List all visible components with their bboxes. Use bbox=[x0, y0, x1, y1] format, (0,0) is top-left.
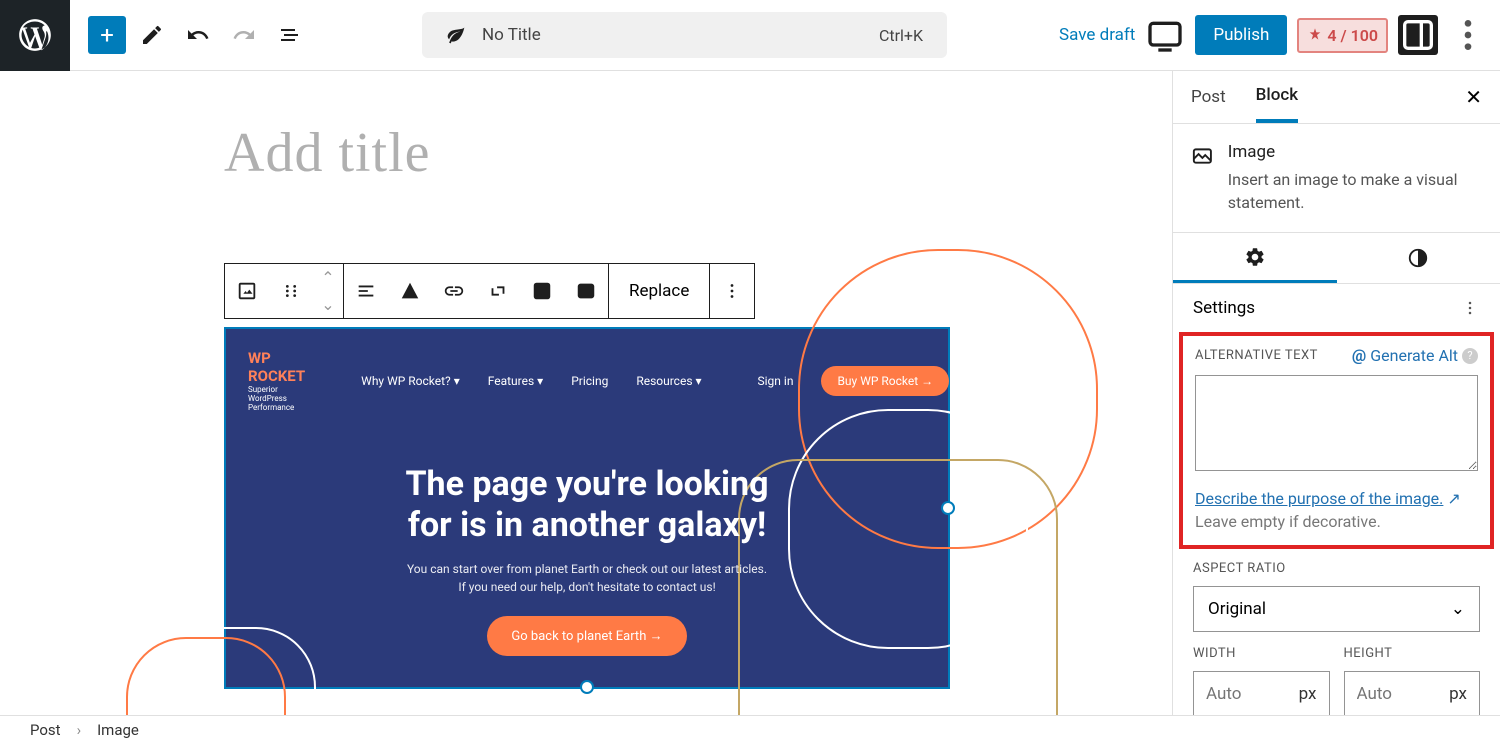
chevron-down-icon: ⌄ bbox=[1451, 599, 1465, 619]
editor-canvas[interactable]: Add title ⌃⌄ Replace bbox=[0, 71, 1172, 715]
block-more-icon[interactable] bbox=[710, 264, 754, 318]
settings-tab-icon[interactable] bbox=[1173, 233, 1337, 283]
image-icon bbox=[1191, 142, 1214, 170]
view-button[interactable] bbox=[1145, 15, 1185, 55]
width-unit: px bbox=[1299, 684, 1317, 704]
replace-button[interactable]: Replace bbox=[609, 264, 710, 318]
undo-button[interactable] bbox=[178, 15, 218, 55]
preview-hero: The page you're lookingfor is in another… bbox=[226, 412, 948, 656]
help-icon: ? bbox=[1462, 348, 1478, 364]
nav-link: Features ▾ bbox=[488, 374, 543, 388]
close-sidebar-button[interactable]: ✕ bbox=[1465, 85, 1482, 109]
move-arrows[interactable]: ⌃⌄ bbox=[313, 268, 343, 314]
aspect-ratio-select[interactable]: Original ⌄ bbox=[1193, 586, 1480, 632]
alt-label: ALTERNATIVE TEXT bbox=[1195, 348, 1318, 363]
styles-tab-icon[interactable] bbox=[1337, 233, 1500, 283]
height-input[interactable] bbox=[1357, 684, 1450, 704]
align-icon[interactable] bbox=[344, 264, 388, 318]
width-input[interactable] bbox=[1206, 684, 1299, 704]
block-type-icon[interactable] bbox=[225, 264, 269, 318]
aspect-label: ASPECT RATIO bbox=[1193, 561, 1480, 576]
breadcrumb-image[interactable]: Image bbox=[97, 721, 139, 739]
link-icon[interactable] bbox=[432, 264, 476, 318]
shortcut-label: Ctrl+K bbox=[879, 26, 923, 45]
caption-icon[interactable] bbox=[564, 264, 608, 318]
block-toolbar: ⌃⌄ Replace bbox=[224, 263, 755, 319]
settings-sidebar-toggle[interactable] bbox=[1398, 15, 1438, 55]
chevron-right-icon: › bbox=[77, 721, 82, 739]
duotone-icon[interactable] bbox=[388, 264, 432, 318]
tab-post[interactable]: Post bbox=[1191, 73, 1226, 121]
leaf-icon bbox=[446, 25, 466, 45]
block-desc: Insert an image to make a visual stateme… bbox=[1228, 168, 1480, 214]
more-options-button[interactable] bbox=[1448, 15, 1488, 55]
height-unit: px bbox=[1449, 684, 1467, 704]
alt-text-input[interactable] bbox=[1195, 375, 1478, 471]
resize-handle-bottom[interactable] bbox=[580, 680, 594, 694]
top-toolbar: + No Title Ctrl+K Save draft Publish 4 /… bbox=[0, 0, 1500, 71]
text-overlay-icon[interactable] bbox=[520, 264, 564, 318]
doc-title: No Title bbox=[482, 25, 863, 45]
redo-button[interactable] bbox=[224, 15, 264, 55]
crop-icon[interactable] bbox=[476, 264, 520, 318]
tools-icon[interactable] bbox=[132, 15, 172, 55]
describe-image-link[interactable]: Describe the purpose of the image. bbox=[1195, 489, 1443, 508]
preview-nav: WP ROCKET Superior WordPress Performance… bbox=[226, 329, 948, 412]
rocket-logo: WP ROCKET Superior WordPress Performance bbox=[248, 349, 305, 412]
nav-link: Why WP Rocket? ▾ bbox=[361, 374, 460, 388]
breadcrumb: Post › Image bbox=[0, 715, 1500, 743]
nav-link: Pricing bbox=[571, 374, 608, 388]
wordpress-logo[interactable] bbox=[0, 0, 70, 71]
back-button: Go back to planet Earth → bbox=[487, 616, 686, 656]
save-draft-button[interactable]: Save draft bbox=[1059, 25, 1135, 45]
image-block[interactable]: WP ROCKET Superior WordPress Performance… bbox=[224, 327, 950, 689]
width-label: WIDTH bbox=[1193, 646, 1330, 661]
seo-score-badge[interactable]: 4 / 100 bbox=[1297, 18, 1388, 53]
title-placeholder[interactable]: Add title bbox=[224, 121, 1172, 185]
settings-heading: Settings bbox=[1193, 298, 1255, 318]
nav-link: Resources ▾ bbox=[636, 374, 701, 388]
score-text: 4 / 100 bbox=[1327, 26, 1378, 45]
settings-sidebar: Post Block ✕ Image Insert an image to ma… bbox=[1172, 71, 1500, 715]
tab-block[interactable]: Block bbox=[1256, 71, 1298, 123]
settings-more-icon[interactable] bbox=[1460, 298, 1480, 318]
breadcrumb-post[interactable]: Post bbox=[30, 721, 61, 739]
drag-handle-icon[interactable] bbox=[269, 264, 313, 318]
document-outline-button[interactable] bbox=[270, 15, 310, 55]
sign-in: Sign in bbox=[758, 374, 794, 388]
publish-button[interactable]: Publish bbox=[1195, 15, 1287, 55]
alt-text-section: ALTERNATIVE TEXT @ Generate Alt ? Descri… bbox=[1179, 332, 1494, 549]
height-label: HEIGHT bbox=[1344, 646, 1481, 661]
add-block-button[interactable]: + bbox=[88, 16, 126, 54]
generate-alt-button[interactable]: @ Generate Alt ? bbox=[1352, 346, 1478, 365]
score-icon bbox=[1307, 27, 1323, 43]
alt-hint: Leave empty if decorative. bbox=[1195, 512, 1478, 531]
command-palette[interactable]: No Title Ctrl+K bbox=[422, 12, 947, 58]
block-title: Image bbox=[1228, 142, 1480, 162]
buy-button: Buy WP Rocket → bbox=[821, 366, 949, 396]
